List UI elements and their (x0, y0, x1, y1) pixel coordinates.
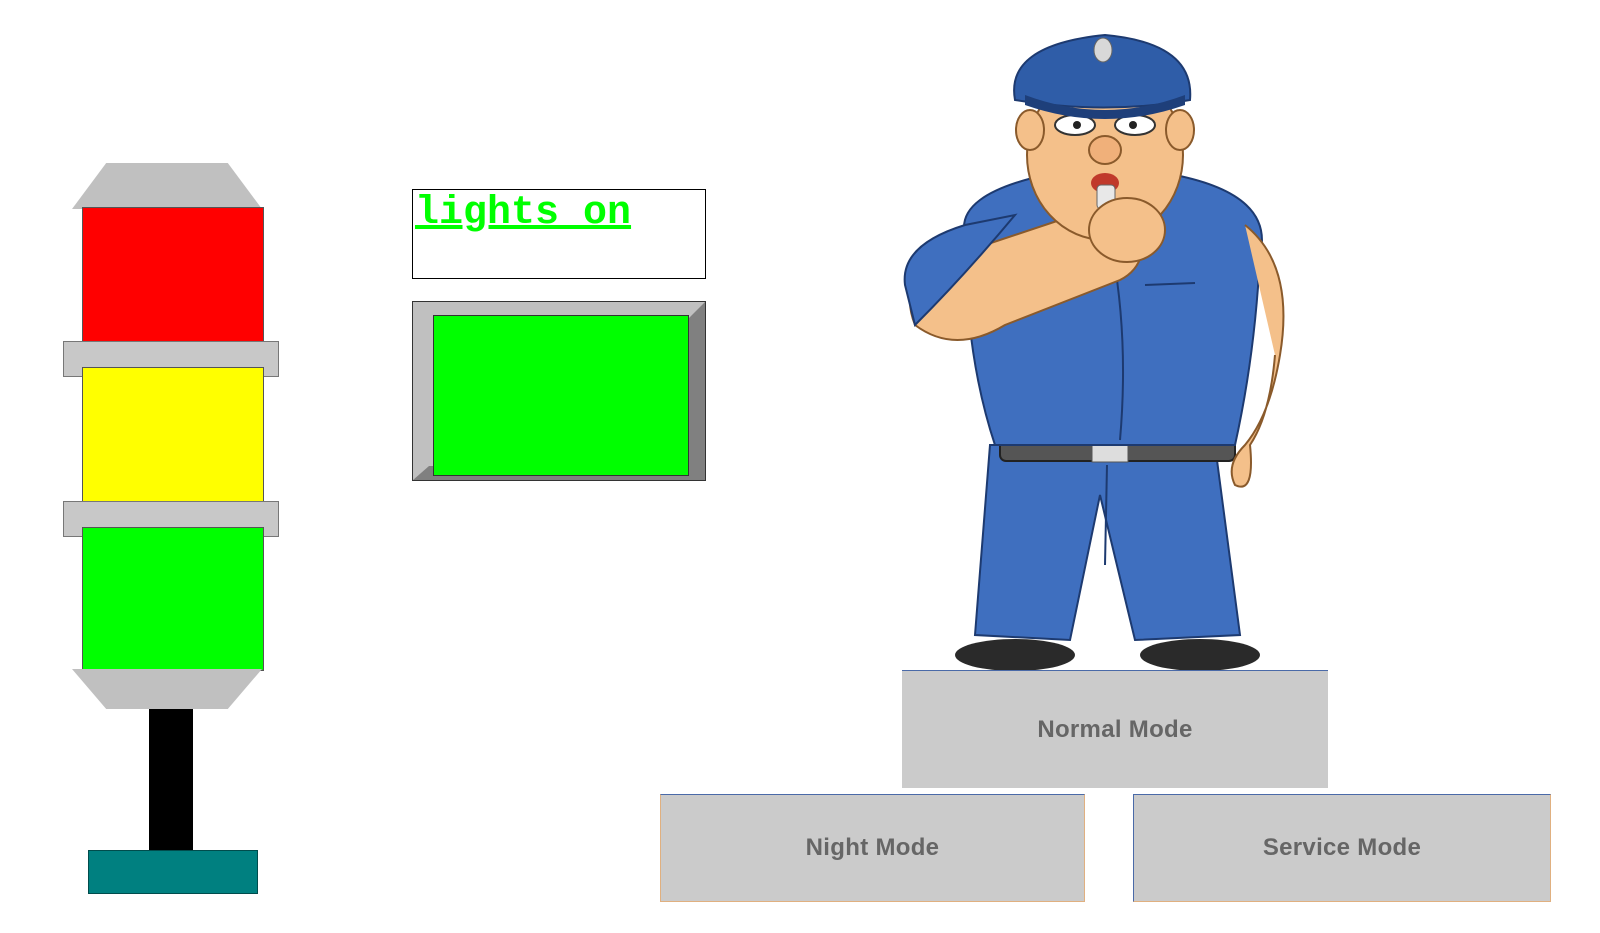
signal-tower-green-lamp (82, 527, 264, 671)
normal-mode-label: Normal Mode (1037, 715, 1193, 743)
signal-tower-yellow-lamp (82, 367, 264, 511)
night-mode-label: Night Mode (805, 834, 940, 861)
normal-mode-button[interactable]: Normal Mode (902, 670, 1328, 788)
status-text: lights on (415, 191, 632, 236)
signal-tower-pole (149, 709, 193, 850)
signal-tower-base (88, 850, 258, 894)
status-display: lights on (412, 189, 706, 279)
indicator-lamp (433, 315, 689, 476)
traffic-police-officer-icon (895, 25, 1325, 673)
signal-tower-red-lamp (82, 207, 264, 352)
service-mode-label: Service Mode (1262, 834, 1422, 861)
night-mode-button[interactable]: Night Mode (660, 794, 1085, 902)
service-mode-button[interactable]: Service Mode (1133, 794, 1551, 902)
signal-tower-top-cap (72, 163, 262, 209)
indicator-lamp-frame (412, 301, 706, 481)
signal-tower-bottom-cap (72, 669, 262, 709)
indicator-frame-bevel (689, 302, 705, 480)
